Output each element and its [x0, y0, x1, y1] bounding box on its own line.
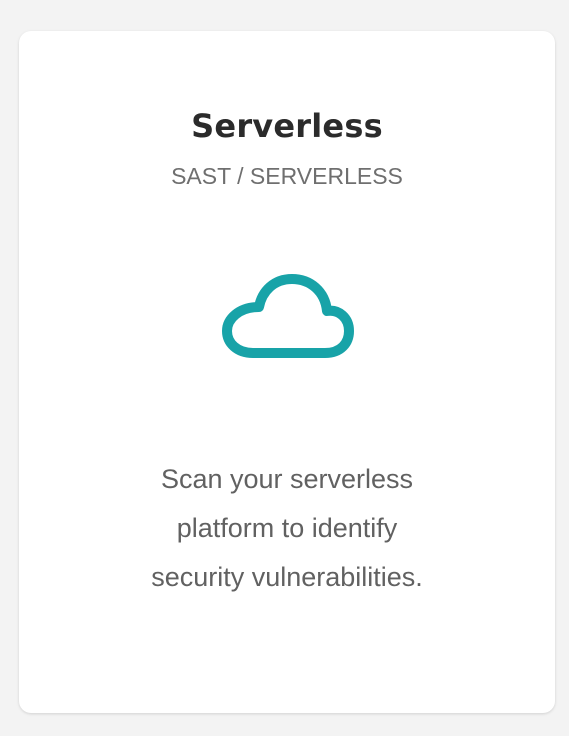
- serverless-card[interactable]: Serverless SAST / SERVERLESS Scan your s…: [19, 31, 555, 713]
- card-subtitle: SAST / SERVERLESS: [171, 163, 403, 189]
- card-description: Scan your serverless platform to identif…: [151, 464, 423, 592]
- card-title: Serverless: [191, 107, 383, 145]
- cloud-icon: [19, 271, 555, 367]
